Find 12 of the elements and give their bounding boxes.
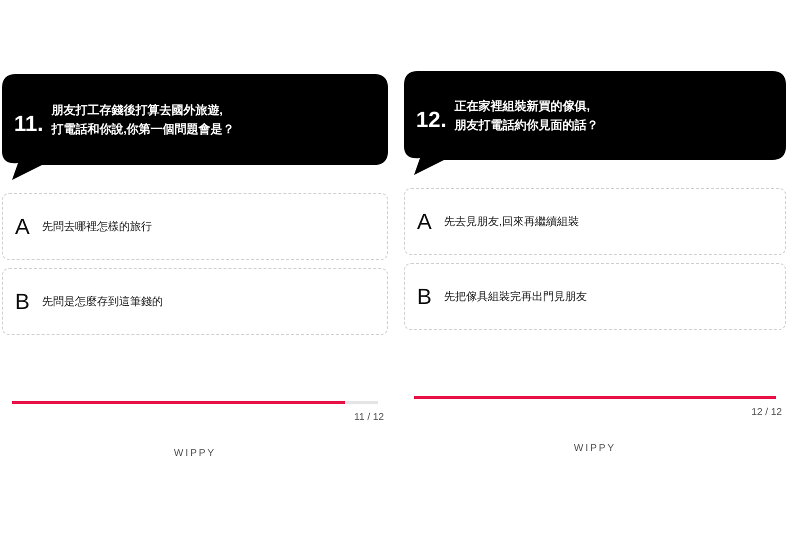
progress-counter: 12 / 12 (751, 407, 782, 418)
question-text: 朋友打工存錢後打算去國外旅遊, 打電話和你說,你第一個問題會是？ (51, 102, 235, 138)
brand-logo: WIPPY (574, 443, 616, 454)
answer-option[interactable]: B 先把傢具組裝完再出門見朋友 (404, 263, 786, 330)
answer-option[interactable]: A 先去見朋友,回來再繼續組裝 (404, 188, 786, 255)
question-text: 正在家裡組裝新買的傢俱, 朋友打電話約你見面的話？ (454, 98, 599, 134)
progress-counter: 11 / 12 (354, 412, 384, 423)
question-number: 12. (416, 106, 447, 132)
answer-option[interactable]: B 先問是怎麼存到這筆錢的 (2, 268, 388, 335)
answer-option[interactable]: A 先問去哪裡怎樣的旅行 (2, 193, 388, 260)
brand-logo: WIPPY (174, 448, 216, 459)
question-number: 11. (14, 110, 44, 136)
